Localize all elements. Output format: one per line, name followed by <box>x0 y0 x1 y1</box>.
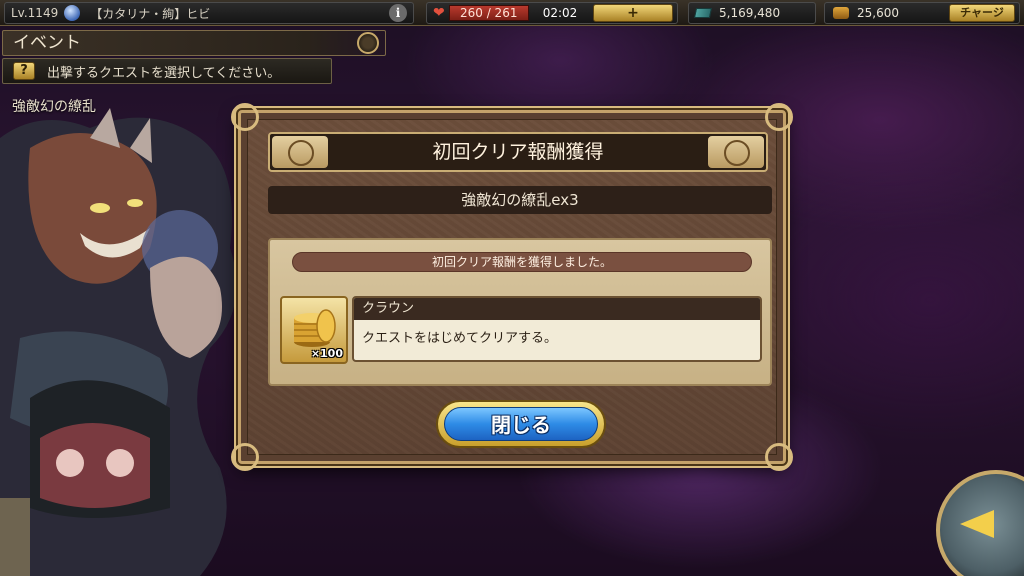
hint-text: 出撃するクエストを選択してください。 <box>47 65 281 81</box>
reward-name: クラウン <box>354 298 760 320</box>
add-stamina-button[interactable]: + <box>593 4 673 22</box>
ornament-icon <box>357 32 379 54</box>
money-icon <box>693 8 713 18</box>
stamina-recovery-time: 02:02 <box>542 6 578 20</box>
reward-box: 初回クリア報酬を獲得しました。 ×100 クラウン クエストをはじめてクリアする… <box>268 238 772 386</box>
ornament-left-icon <box>272 136 328 168</box>
heart-icon: ❤ <box>433 5 445 21</box>
dialog-body: 初回クリア報酬獲得 強敵幻の繚乱ex3 初回クリア報酬を獲得しました。 ×100 <box>247 119 777 455</box>
ornament-right-icon <box>708 136 764 168</box>
stamina-bar: 260 / 261 <box>448 5 529 21</box>
corner-ornament-icon <box>231 103 259 131</box>
arrow-left-icon <box>960 510 994 538</box>
event-title: イベント <box>13 33 81 53</box>
player-level: Lv.1149 <box>11 6 59 20</box>
gold-amount: 5,169,480 <box>719 6 781 20</box>
player-info[interactable]: Lv.1149 【カタリナ・絢】ヒビ i <box>4 2 414 24</box>
info-icon[interactable]: i <box>389 4 407 22</box>
reward-item-card: クラウン クエストをはじめてクリアする。 <box>352 296 762 362</box>
corner-ornament-icon <box>765 103 793 131</box>
hint-bar: ? 出撃するクエストを選択してください。 <box>2 58 332 84</box>
dialog-title-plate: 初回クリア報酬獲得 <box>268 132 768 172</box>
crown-coins-icon: ×100 <box>280 296 348 364</box>
close-button[interactable]: 閉じる <box>436 400 606 448</box>
crown-amount: 25,600 <box>857 6 899 20</box>
player-name: 【カタリナ・絢】ヒビ <box>90 6 211 21</box>
corner-ornament-icon <box>765 443 793 471</box>
coin-stack-icon <box>294 309 336 347</box>
dialog-title: 初回クリア報酬獲得 <box>432 141 604 163</box>
reward-quantity: ×100 <box>310 347 343 360</box>
close-button-label: 閉じる <box>444 407 598 441</box>
crown-bag-icon <box>833 7 849 19</box>
quest-name-plate: 強敵幻の繚乱ex3 <box>268 186 772 214</box>
gold-panel: 5,169,480 <box>688 2 816 24</box>
help-icon[interactable]: ? <box>13 62 35 80</box>
charge-button[interactable]: チャージ <box>949 4 1015 22</box>
status-bar: Lv.1149 【カタリナ・絢】ヒビ i ❤ 260 / 261 02:02 +… <box>0 0 1024 26</box>
back-button[interactable] <box>936 470 1024 576</box>
crown-panel: 25,600 チャージ <box>824 2 1020 24</box>
rank-gem-icon <box>64 5 81 21</box>
event-header: イベント <box>2 30 386 56</box>
stamina-panel: ❤ 260 / 261 02:02 + <box>426 2 678 24</box>
reward-message: 初回クリア報酬を獲得しました。 <box>292 252 752 272</box>
corner-ornament-icon <box>231 443 259 471</box>
reward-description: クエストをはじめてクリアする。 <box>362 331 558 346</box>
reward-dialog: 初回クリア報酬獲得 強敵幻の繚乱ex3 初回クリア報酬を獲得しました。 ×100 <box>231 103 793 471</box>
